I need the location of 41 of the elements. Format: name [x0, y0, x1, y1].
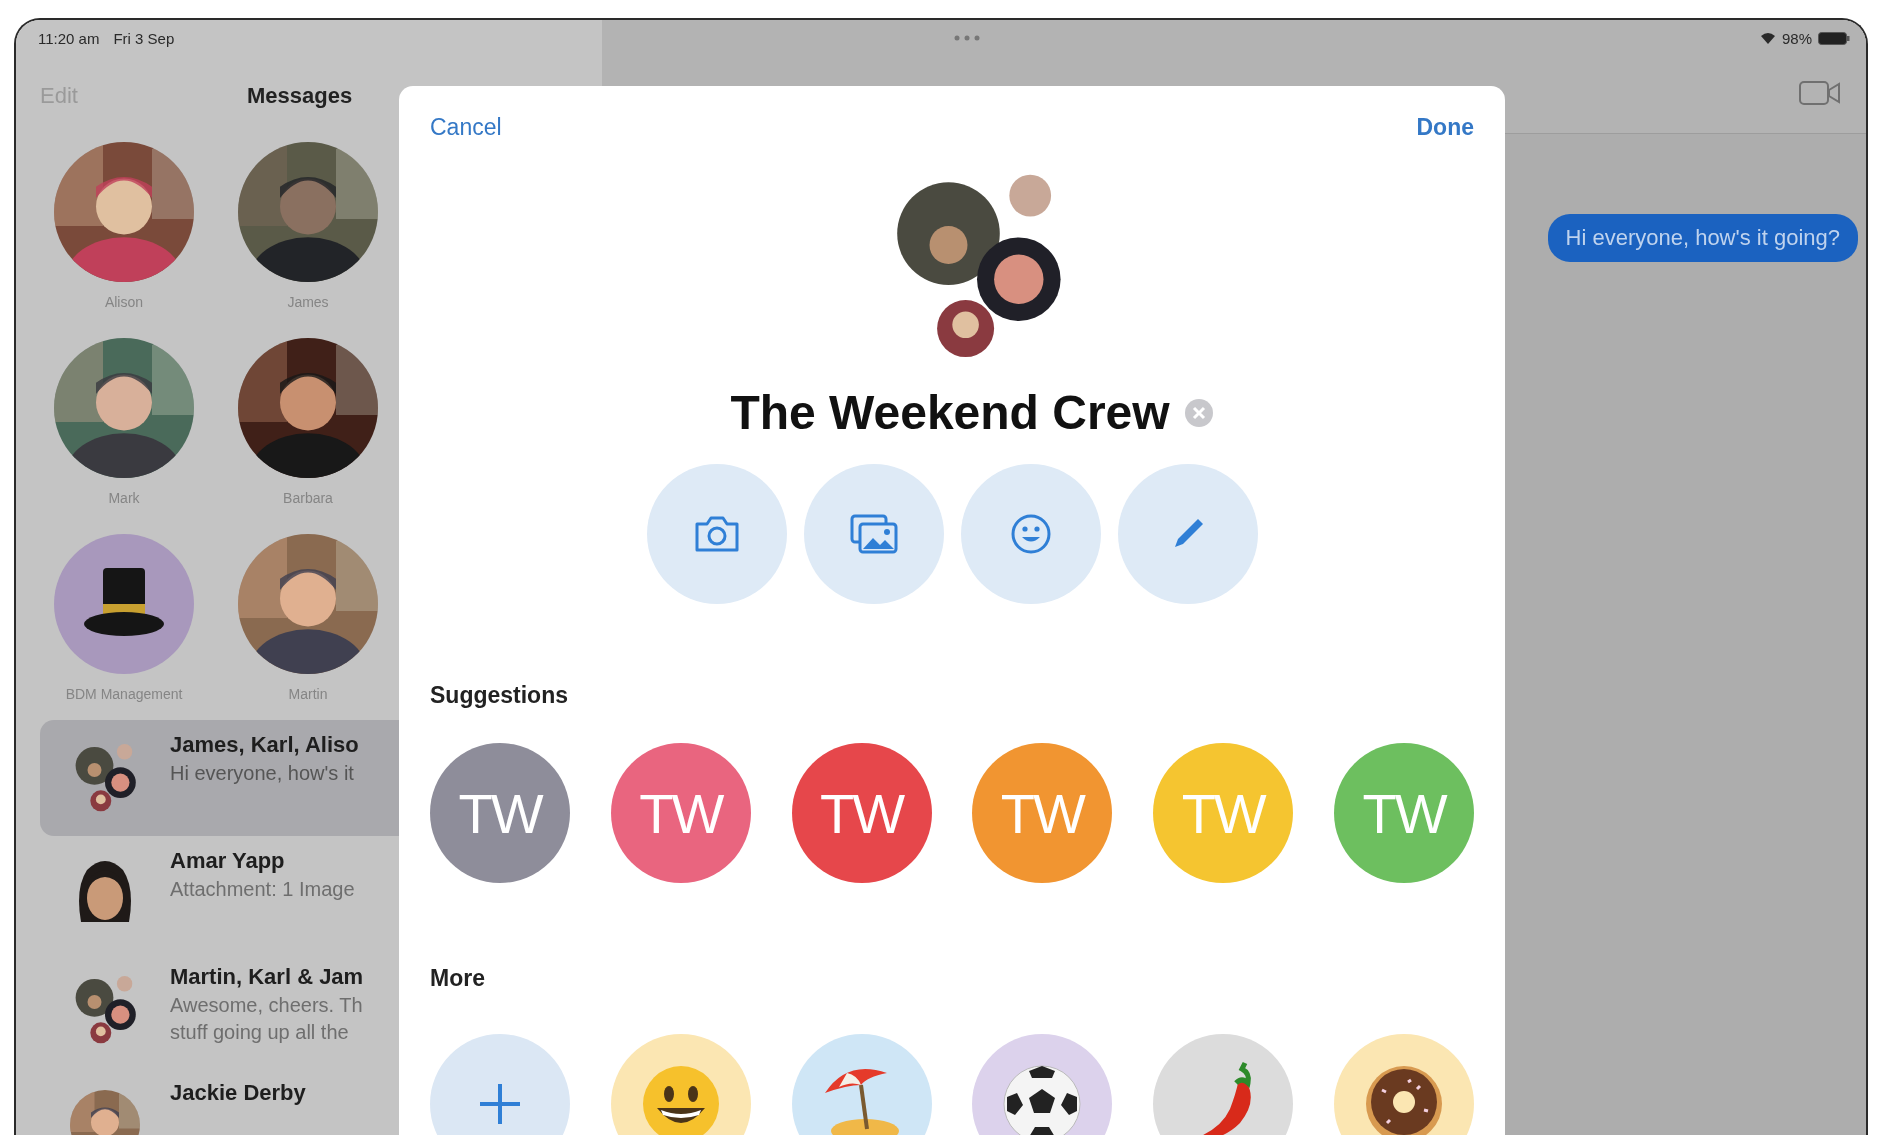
monogram-option[interactable]: TW — [1153, 743, 1294, 883]
contact-name[interactable]: Mark — [108, 490, 140, 506]
plus-icon — [477, 1081, 523, 1127]
conversation-row[interactable]: Martin, Karl & Jam Awesome, cheers. Th stuff going up all the — [40, 952, 399, 1068]
monogram-option[interactable]: TW — [791, 743, 932, 883]
cancel-button[interactable]: Cancel — [430, 114, 502, 141]
conversation-row[interactable]: James, Karl, Aliso Hi everyone, how's it — [40, 720, 399, 836]
contact-name[interactable]: James — [287, 294, 329, 310]
contact-name[interactable]: Barbara — [283, 490, 333, 506]
conversation-title: Jackie Derby — [170, 1080, 306, 1106]
contact-name[interactable]: Alison — [104, 294, 144, 310]
smiley-icon — [1009, 513, 1052, 555]
message-preview: Hi everyone, how's it — [170, 762, 355, 785]
wifi-icon — [1759, 32, 1776, 44]
section-heading: More — [430, 965, 486, 992]
conversation-row[interactable]: Jackie Derby — [40, 1068, 399, 1135]
battery-icon — [1818, 31, 1850, 45]
monogram-option[interactable]: TW — [1334, 743, 1474, 883]
video-call-icon[interactable] — [1798, 79, 1842, 107]
conversation-title: James, Karl, Aliso — [170, 732, 359, 758]
monogram-option[interactable]: TW — [430, 743, 570, 883]
battery-percentage: 98% — [1781, 29, 1812, 47]
contact-name[interactable]: BDM Management — [65, 686, 183, 702]
message-preview: Attachment: 1 Image — [170, 878, 355, 901]
done-button[interactable]: Done — [1416, 114, 1474, 141]
monogram-option[interactable]: TW — [972, 743, 1113, 883]
status-time: 11:20 am — [38, 29, 100, 47]
status-date: Fri 3 Sep — [113, 29, 175, 47]
message-preview: Awesome, cheers. Th — [170, 994, 364, 1017]
photos-icon — [848, 513, 899, 555]
contact-name[interactable]: Martin — [288, 686, 328, 702]
conversation-row[interactable]: Amar Yapp Attachment: 1 Image — [40, 836, 399, 952]
conversation-title: Amar Yapp — [170, 848, 286, 874]
message-preview: stuff going up all the — [170, 1021, 350, 1044]
monogram-option[interactable]: TW — [610, 743, 751, 883]
messages-title: Messages — [247, 83, 353, 109]
conversation-title: Martin, Karl & Jam — [170, 964, 364, 990]
more-dots-icon — [954, 35, 981, 41]
message-bubble: Hi everyone, how's it going? — [1547, 214, 1858, 262]
group-name-field[interactable]: The Weekend Crew — [730, 385, 1170, 440]
section-heading: Suggestions — [430, 682, 569, 709]
